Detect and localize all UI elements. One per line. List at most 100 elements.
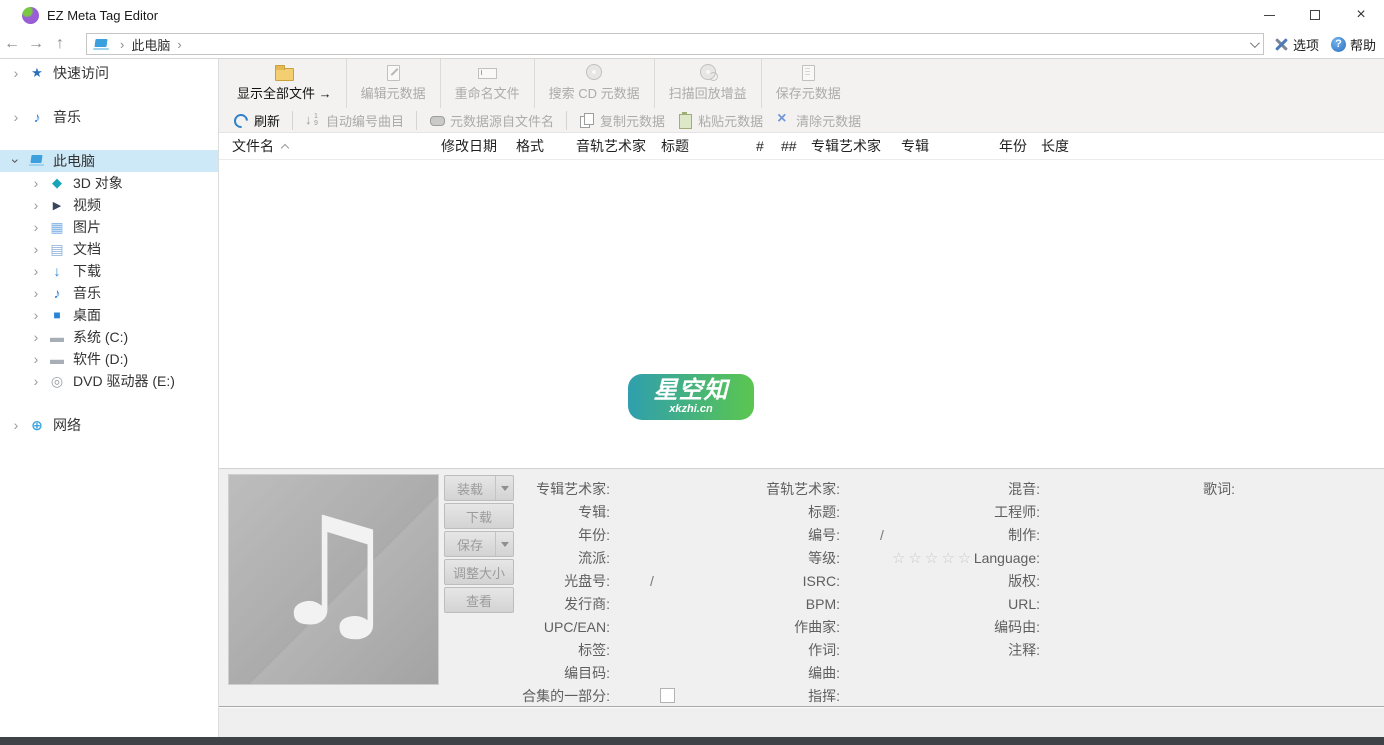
expander-chevron-icon[interactable]: › xyxy=(9,153,23,169)
expander-chevron-icon[interactable]: › xyxy=(28,352,44,366)
back-button[interactable]: ← xyxy=(0,35,24,53)
toolbar-button[interactable]: 重命名文件 xyxy=(440,59,534,108)
expander-chevron-icon[interactable]: › xyxy=(28,220,44,234)
minimize-button[interactable] xyxy=(1246,0,1292,30)
sidebar-item[interactable]: › 视频 xyxy=(0,194,218,216)
album-fields-column: 专辑艺术家: 专辑: 年份: xyxy=(506,477,610,707)
sidebar-item[interactable]: › DVD 驱动器 (E:) xyxy=(0,370,218,392)
address-dropdown-icon[interactable] xyxy=(1250,38,1260,48)
window-controls: × xyxy=(1246,0,1384,30)
help-button[interactable]: ? 帮助 xyxy=(1331,35,1376,54)
tree-item-icon xyxy=(28,109,46,125)
sidebar-item[interactable]: › 系统 (C:) xyxy=(0,326,218,348)
toolbar-button[interactable]: 复制元数据 xyxy=(573,111,671,130)
column-header[interactable]: 专辑 xyxy=(901,136,999,156)
up-button[interactable]: ↑ xyxy=(48,35,72,53)
album-art-button[interactable]: 保存 xyxy=(444,531,514,557)
file-list-area[interactable]: 星空知 xkzhi.cn xyxy=(219,160,1384,468)
sidebar-item[interactable]: › 软件 (D:) xyxy=(0,348,218,370)
sidebar-item[interactable]: › 音乐 xyxy=(0,282,218,304)
expander-chevron-icon[interactable]: › xyxy=(28,374,44,388)
toolbar-button-icon xyxy=(233,112,250,128)
expander-chevron-icon[interactable]: › xyxy=(8,110,24,124)
column-header[interactable]: 长度 xyxy=(1041,136,1081,156)
expander-chevron-icon[interactable]: › xyxy=(28,198,44,212)
expander-chevron-icon[interactable]: › xyxy=(28,176,44,190)
expander-chevron-icon[interactable]: › xyxy=(8,66,24,80)
field-row: Language: xyxy=(880,546,1040,569)
options-label: 选项 xyxy=(1293,35,1319,54)
toolbar-button[interactable]: 扫描回放增益 xyxy=(654,59,761,108)
sidebar-item[interactable]: › 下载 xyxy=(0,260,218,282)
field-label: URL: xyxy=(880,596,1040,612)
sidebar-item[interactable]: › 图片 xyxy=(0,216,218,238)
options-button[interactable]: 选项 xyxy=(1274,35,1319,54)
forward-button[interactable]: → xyxy=(24,35,48,53)
expander-chevron-icon[interactable]: › xyxy=(28,308,44,322)
forward-icon: → xyxy=(28,35,44,52)
album-art-placeholder: ♫ xyxy=(228,474,439,685)
toolbar-button-label: 元数据源自文件名 xyxy=(450,111,554,130)
sidebar-item[interactable]: › 此电脑 xyxy=(0,150,218,172)
expander-chevron-icon[interactable]: › xyxy=(28,264,44,278)
toolbar-button-label: 清除元数据 xyxy=(796,111,861,130)
column-header-label: 修改日期 xyxy=(441,136,497,156)
navigation-bar: ← → ↑ › 此电脑 › 选项 ? 帮助 xyxy=(0,30,1384,59)
sidebar-item[interactable]: › 音乐 xyxy=(0,106,218,128)
credits-fields-column: 混音: 工程师: 制作: Language: 版权: xyxy=(880,477,1040,661)
breadcrumb-this-pc[interactable]: 此电脑 xyxy=(131,35,170,54)
address-bar[interactable]: › 此电脑 › xyxy=(86,33,1264,55)
toolbar-button[interactable]: 元数据源自文件名 xyxy=(423,111,567,130)
back-icon: ← xyxy=(4,35,20,52)
field-label: 发行商: xyxy=(506,594,610,614)
toolbar-button[interactable]: 编辑元数据 xyxy=(346,59,440,108)
navbar-actions: 选项 ? 帮助 xyxy=(1274,35,1376,54)
toolbar-button[interactable]: 显示全部文件 → xyxy=(223,59,346,108)
expander-chevron-icon[interactable]: › xyxy=(28,242,44,256)
field-label: 指挥: xyxy=(660,686,840,706)
expander-chevron-icon[interactable]: › xyxy=(28,286,44,300)
field-row: URL: xyxy=(880,592,1040,615)
toolbar-button-label: 复制元数据 xyxy=(600,111,665,130)
sidebar-item[interactable]: › 网络 xyxy=(0,414,218,436)
sidebar-item[interactable]: › 快速访问 xyxy=(0,62,218,84)
field-label: 编号: xyxy=(660,525,840,545)
tree-item-label: 快速访问 xyxy=(53,63,109,83)
album-art-button[interactable]: 装载 xyxy=(444,475,514,501)
column-header[interactable]: 年份 xyxy=(999,136,1041,156)
field-label: 歌词: xyxy=(1150,479,1235,499)
field-label: 编目码: xyxy=(506,663,610,683)
column-header[interactable]: 音轨艺术家 xyxy=(576,136,661,156)
album-art-button[interactable]: 下载 xyxy=(444,503,514,529)
column-header[interactable]: # xyxy=(756,138,781,154)
field-row: 歌词: xyxy=(1150,477,1235,500)
status-strip xyxy=(219,706,1384,737)
toolbar-button[interactable]: 粘贴元数据 xyxy=(671,111,769,130)
close-button[interactable]: × xyxy=(1338,0,1384,30)
sidebar-item[interactable]: › 3D 对象 xyxy=(0,172,218,194)
album-art-button[interactable]: 调整大小 xyxy=(444,559,514,585)
sidebar-item[interactable]: › 文档 xyxy=(0,238,218,260)
column-header[interactable]: 专辑艺术家 xyxy=(811,136,901,156)
toolbar-button[interactable]: 自动编号曲目 xyxy=(299,111,417,130)
field-row: 注释: xyxy=(880,638,1040,661)
column-header[interactable]: ## xyxy=(781,138,811,154)
column-header[interactable]: 标题 xyxy=(661,136,756,156)
help-label: 帮助 xyxy=(1350,35,1376,54)
toolbar-button[interactable]: 清除元数据 xyxy=(769,111,867,130)
column-header[interactable]: 修改日期 xyxy=(441,136,516,156)
column-header[interactable]: 格式 xyxy=(516,136,576,156)
maximize-button[interactable] xyxy=(1292,0,1338,30)
field-row: 等级: ☆☆☆☆☆ xyxy=(660,546,840,569)
sidebar-item[interactable]: › 桌面 xyxy=(0,304,218,326)
album-art-button[interactable]: 查看 xyxy=(444,587,514,613)
field-row: 标签: xyxy=(506,638,610,661)
toolbar-button[interactable]: 刷新 xyxy=(227,111,293,130)
expander-chevron-icon[interactable]: › xyxy=(28,330,44,344)
toolbar-button[interactable]: 保存元数据 xyxy=(761,59,855,108)
tree-item-label: 音乐 xyxy=(73,283,101,303)
toolbar-button[interactable]: 搜索 CD 元数据 xyxy=(534,59,654,108)
title-bar: EZ Meta Tag Editor × xyxy=(0,0,1384,30)
column-header[interactable]: 文件名 xyxy=(219,136,441,156)
expander-chevron-icon[interactable]: › xyxy=(8,418,24,432)
